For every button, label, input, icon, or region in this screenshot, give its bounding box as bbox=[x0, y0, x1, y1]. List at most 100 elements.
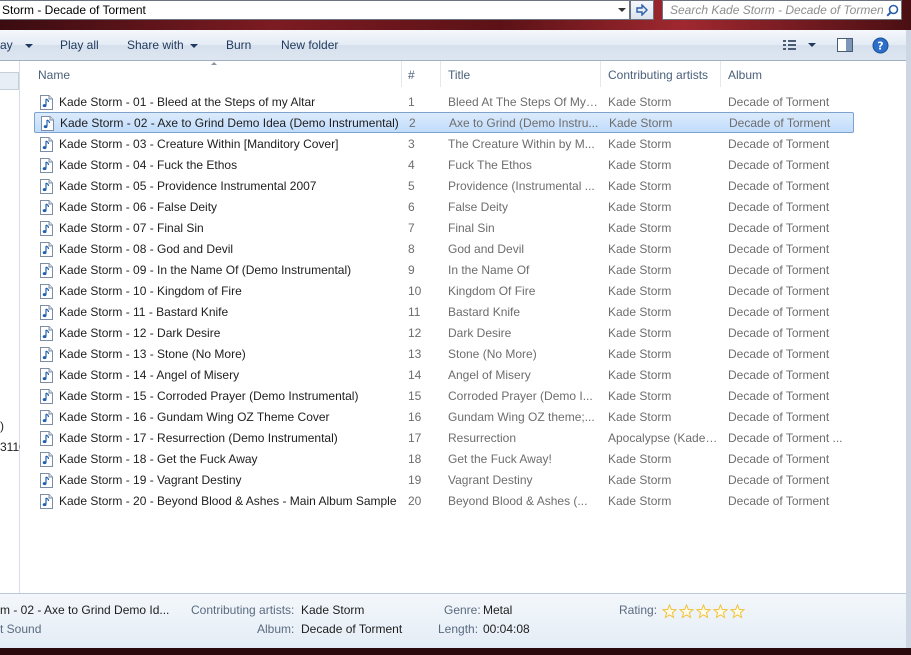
audio-file-icon bbox=[40, 368, 53, 383]
track-number: 11 bbox=[408, 305, 421, 319]
track-album: Decade of Torment bbox=[728, 242, 830, 256]
track-artist: Kade Storm bbox=[608, 326, 672, 340]
details-artists-value[interactable]: Kade Storm bbox=[301, 603, 364, 617]
column-header-artists[interactable]: Contributing artists bbox=[608, 68, 708, 82]
track-number: 19 bbox=[408, 473, 422, 487]
column-divider[interactable] bbox=[600, 61, 601, 87]
column-header-number[interactable]: # bbox=[408, 68, 415, 82]
details-genre-value[interactable]: Metal bbox=[483, 603, 512, 617]
table-row[interactable]: Kade Storm - 07 - Final Sin 7 Final Sin Kad… bbox=[34, 218, 854, 239]
table-row[interactable]: Kade Storm - 18 - Get the Fuck Away 18 Get… bbox=[34, 449, 854, 470]
track-number: 12 bbox=[408, 326, 422, 340]
audio-file-icon bbox=[40, 137, 53, 152]
chevron-down-icon bbox=[189, 43, 198, 48]
nav-item-fragment[interactable]: ) bbox=[0, 419, 4, 433]
table-row[interactable]: Kade Storm - 11 - Bastard Knife 11 Bastard… bbox=[34, 302, 854, 323]
table-row[interactable]: Kade Storm - 03 - Creature Within [Mandi… bbox=[34, 134, 854, 155]
track-title: Vagrant Destiny bbox=[448, 473, 533, 487]
column-header-album[interactable]: Album bbox=[728, 68, 762, 82]
track-number: 10 bbox=[408, 284, 422, 298]
track-album: Decade of Torment bbox=[728, 221, 830, 235]
search-box[interactable]: Search Kade Storm - Decade of Torment bbox=[662, 0, 902, 20]
file-name: Kade Storm - 20 - Beyond Blood & Ashes -… bbox=[59, 494, 397, 508]
help-button[interactable]: ? bbox=[872, 37, 889, 57]
column-header-title[interactable]: Title bbox=[448, 68, 470, 82]
table-row[interactable]: Kade Storm - 05 - Providence Instrumenta… bbox=[34, 176, 854, 197]
track-artist: Kade Storm bbox=[608, 368, 672, 382]
star-icon[interactable] bbox=[730, 604, 745, 619]
window-chrome: Storm - Decade of Torment Search Kade St… bbox=[0, 0, 911, 30]
track-artist: Apocalypse (Kade ... bbox=[608, 431, 718, 445]
star-icon[interactable] bbox=[696, 604, 711, 619]
table-row[interactable]: Kade Storm - 02 - Axe to Grind Demo Idea… bbox=[34, 112, 854, 133]
star-icon[interactable] bbox=[679, 604, 694, 619]
help-icon: ? bbox=[872, 37, 889, 54]
table-row[interactable]: Kade Storm - 15 - Corroded Prayer (Demo … bbox=[34, 386, 854, 407]
file-name: Kade Storm - 16 - Gundam Wing OZ Theme C… bbox=[59, 410, 330, 424]
audio-file-icon bbox=[40, 242, 53, 257]
view-options-button[interactable] bbox=[782, 37, 820, 56]
audio-file-icon bbox=[40, 410, 53, 425]
table-row[interactable]: Kade Storm - 09 - In the Name Of (Demo I… bbox=[34, 260, 854, 281]
table-row[interactable]: Kade Storm - 12 - Dark Desire 12 Dark Desi… bbox=[34, 323, 854, 344]
address-dropdown-icon[interactable] bbox=[617, 4, 627, 16]
track-album: Decade of Torment bbox=[729, 116, 831, 130]
table-row[interactable]: Kade Storm - 10 - Kingdom of Fire 10 Kingd… bbox=[34, 281, 854, 302]
organize-menu[interactable]: ay bbox=[0, 38, 33, 52]
track-number: 14 bbox=[408, 368, 422, 382]
track-artist: Kade Storm bbox=[608, 389, 672, 403]
new-folder-button[interactable]: New folder bbox=[281, 38, 338, 52]
refresh-button[interactable] bbox=[630, 0, 654, 20]
column-divider[interactable] bbox=[720, 61, 721, 87]
track-title: Bleed At The Steps Of My ... bbox=[448, 95, 598, 109]
burn-button[interactable]: Burn bbox=[226, 38, 251, 52]
table-row[interactable]: Kade Storm - 16 - Gundam Wing OZ Theme C… bbox=[34, 407, 854, 428]
details-rating-label: Rating: bbox=[619, 603, 658, 617]
nav-selected-item[interactable] bbox=[0, 72, 19, 90]
track-artist: Kade Storm bbox=[608, 137, 672, 151]
track-album: Decade of Torment bbox=[728, 494, 830, 508]
column-divider[interactable] bbox=[440, 61, 441, 87]
star-icon[interactable] bbox=[713, 604, 728, 619]
track-title: Beyond Blood & Ashes (... bbox=[448, 494, 588, 508]
vertical-scrollbar[interactable] bbox=[884, 61, 906, 593]
preview-pane-button[interactable] bbox=[836, 37, 854, 56]
play-all-button[interactable]: Play all bbox=[60, 38, 99, 52]
audio-file-icon bbox=[40, 326, 53, 341]
table-row[interactable]: Kade Storm - 17 - Resurrection (Demo Ins… bbox=[34, 428, 854, 449]
table-row[interactable]: Kade Storm - 08 - God and Devil 8 God and … bbox=[34, 239, 854, 260]
file-list: Name # Title Contributing artists Album … bbox=[20, 61, 906, 593]
track-title: Axe to Grind (Demo Instru... bbox=[449, 116, 599, 130]
column-header-name[interactable]: Name bbox=[38, 68, 70, 82]
address-bar[interactable]: Storm - Decade of Torment bbox=[0, 0, 630, 20]
share-with-menu[interactable]: Share with bbox=[127, 38, 198, 52]
table-row[interactable]: Kade Storm - 20 - Beyond Blood & Ashes -… bbox=[34, 491, 854, 512]
track-title: Resurrection bbox=[448, 431, 517, 445]
audio-file-icon bbox=[40, 158, 53, 173]
table-row[interactable]: Kade Storm - 13 - Stone (No More) 13 Stone… bbox=[34, 344, 854, 365]
column-divider[interactable] bbox=[401, 61, 402, 87]
search-icon[interactable] bbox=[883, 1, 901, 19]
address-path: Storm - Decade of Torment bbox=[2, 3, 146, 17]
table-row[interactable]: Kade Storm - 14 - Angel of Misery 14 Angel… bbox=[34, 365, 854, 386]
star-icon[interactable] bbox=[662, 604, 677, 619]
track-number: 8 bbox=[408, 242, 415, 256]
track-title: Corroded Prayer (Demo I... bbox=[448, 389, 593, 403]
audio-file-icon bbox=[40, 389, 53, 404]
details-album-value[interactable]: Decade of Torment bbox=[301, 622, 402, 636]
table-row[interactable]: Kade Storm - 19 - Vagrant Destiny 19 Vagra… bbox=[34, 470, 854, 491]
details-file-type: t Sound bbox=[0, 622, 42, 636]
track-album: Decade of Torment bbox=[728, 389, 830, 403]
search-input[interactable]: Search Kade Storm - Decade of Torment bbox=[663, 3, 883, 17]
file-name: Kade Storm - 07 - Final Sin bbox=[59, 221, 204, 235]
track-artist: Kade Storm bbox=[608, 305, 672, 319]
track-album: Decade of Torment bbox=[728, 452, 830, 466]
column-headers: Name # Title Contributing artists Album bbox=[20, 61, 906, 87]
track-artist: Kade Storm bbox=[608, 242, 672, 256]
table-row[interactable]: Kade Storm - 01 - Bleed at the Steps of … bbox=[34, 92, 854, 113]
file-name: Kade Storm - 14 - Angel of Misery bbox=[59, 368, 240, 382]
file-name: Kade Storm - 04 - Fuck the Ethos bbox=[59, 158, 238, 172]
rating-stars[interactable] bbox=[662, 604, 745, 619]
table-row[interactable]: Kade Storm - 04 - Fuck the Ethos 4 Fuck Th… bbox=[34, 155, 854, 176]
table-row[interactable]: Kade Storm - 06 - False Deity 6 False Deit… bbox=[34, 197, 854, 218]
